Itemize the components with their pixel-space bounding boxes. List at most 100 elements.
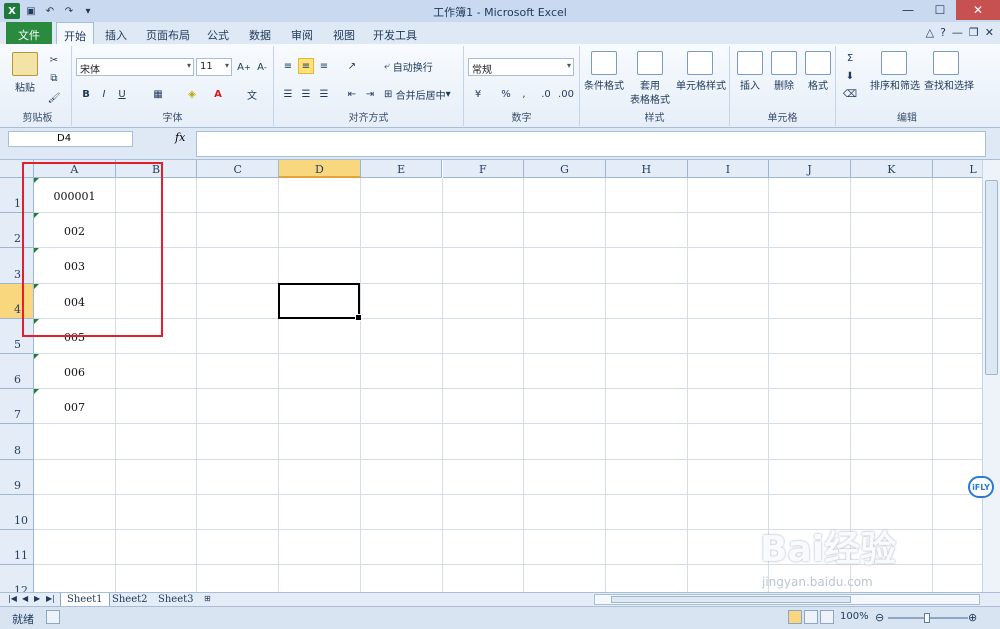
horizontal-scroll-thumb[interactable]	[611, 596, 851, 603]
first-sheet-icon[interactable]: |◀	[8, 594, 17, 603]
zoom-slider-knob[interactable]	[924, 613, 930, 623]
column-header-f[interactable]: F	[442, 160, 525, 178]
doc-restore-icon[interactable]: ❐	[969, 26, 979, 39]
sheet-tab-3[interactable]: Sheet3	[152, 593, 200, 607]
paste-icon[interactable]	[10, 50, 40, 78]
format-cells-button[interactable]: 格式	[804, 78, 832, 92]
last-sheet-icon[interactable]: ▶|	[46, 594, 55, 603]
cell-a1[interactable]: 000001	[34, 190, 115, 203]
percent-button[interactable]: %	[498, 86, 514, 102]
comma-button[interactable]: ,	[516, 86, 532, 102]
horizontal-scrollbar[interactable]	[594, 594, 980, 605]
cell-a7[interactable]: 007	[34, 401, 115, 414]
column-header-h[interactable]: H	[605, 160, 688, 178]
autosum-icon[interactable]: Σ	[842, 50, 858, 66]
underline-button[interactable]: U	[114, 86, 130, 102]
align-top-icon[interactable]: ≡	[280, 58, 296, 74]
align-bottom-icon[interactable]: ≡	[316, 58, 332, 74]
zoom-out-icon[interactable]: ⊖	[875, 611, 884, 624]
vertical-scroll-thumb[interactable]	[985, 180, 998, 375]
tab-data[interactable]: 数据	[242, 22, 278, 44]
tab-formulas[interactable]: 公式	[200, 22, 236, 44]
align-middle-icon[interactable]: ≡	[298, 58, 314, 74]
row-header-4[interactable]: 4	[0, 283, 34, 319]
minimize-button[interactable]: —	[892, 0, 924, 20]
row-header-6[interactable]: 6	[0, 354, 34, 390]
sheet-tab-2[interactable]: Sheet2	[106, 593, 154, 607]
wrap-text-button[interactable]: ⤶ 自动换行	[384, 58, 458, 74]
tab-home[interactable]: 开始	[56, 22, 94, 44]
insert-cells-button[interactable]: 插入	[736, 78, 764, 92]
close-button[interactable]: ✕	[956, 0, 1000, 20]
insert-cells-icon[interactable]	[736, 50, 764, 76]
format-as-table-button-line1[interactable]: 套用	[630, 78, 670, 92]
bold-button[interactable]: B	[78, 86, 94, 102]
format-as-table-button-line2[interactable]: 表格格式	[624, 92, 676, 106]
help-icon[interactable]: ?	[940, 26, 946, 39]
fill-icon[interactable]: ⬇	[842, 68, 858, 84]
cut-icon[interactable]: ✂	[46, 52, 62, 68]
sort-filter-icon[interactable]	[880, 50, 908, 76]
insert-sheet-icon[interactable]: ⊞	[204, 594, 211, 603]
italic-button[interactable]: I	[96, 86, 112, 102]
delete-cells-button[interactable]: 删除	[770, 78, 798, 92]
tab-page-layout[interactable]: 页面布局	[140, 22, 196, 44]
tab-review[interactable]: 审阅	[284, 22, 320, 44]
column-header-d[interactable]: D	[279, 160, 361, 178]
column-header-g[interactable]: G	[524, 160, 606, 178]
row-header-5[interactable]: 5	[0, 318, 34, 354]
font-color-icon[interactable]: A	[210, 86, 226, 102]
row-header-7[interactable]: 7	[0, 389, 34, 425]
format-cells-icon[interactable]	[804, 50, 832, 76]
ifly-badge[interactable]: iFLY	[968, 476, 994, 498]
row-header-3[interactable]: 3	[0, 248, 34, 284]
conditional-format-icon[interactable]	[590, 50, 618, 76]
grow-font-icon[interactable]: A +	[236, 59, 252, 75]
cell-a6[interactable]: 006	[34, 366, 115, 379]
align-left-icon[interactable]: ☰	[280, 86, 296, 102]
phonetic-icon[interactable]: 文	[244, 86, 260, 102]
fill-color-icon[interactable]: ◈	[184, 86, 200, 102]
formula-input[interactable]	[196, 131, 986, 157]
increase-decimal-icon[interactable]: .0	[538, 86, 554, 102]
column-header-c[interactable]: C	[197, 160, 280, 178]
format-as-table-icon[interactable]	[636, 50, 664, 76]
doc-minimize-icon[interactable]: —	[952, 26, 963, 39]
zoom-in-icon[interactable]: ⊕	[968, 611, 977, 624]
merge-center-button[interactable]: ⊞ 合并后居中 ▾	[384, 86, 462, 102]
column-header-j[interactable]: J	[769, 160, 851, 178]
orientation-icon[interactable]: ↗	[344, 58, 360, 74]
find-select-icon[interactable]	[932, 50, 960, 76]
page-layout-view-icon[interactable]	[804, 610, 818, 624]
page-break-view-icon[interactable]	[820, 610, 834, 624]
paste-button[interactable]: 粘贴	[8, 80, 42, 94]
borders-icon[interactable]: ▦	[150, 86, 166, 102]
sort-filter-button[interactable]: 排序和筛选	[868, 78, 922, 92]
prev-sheet-icon[interactable]: ◀	[22, 594, 28, 603]
next-sheet-icon[interactable]: ▶	[34, 594, 40, 603]
column-header-e[interactable]: E	[360, 160, 443, 178]
active-cell-selection[interactable]	[278, 283, 362, 321]
decrease-indent-icon[interactable]: ⇤	[344, 86, 360, 102]
align-right-icon[interactable]: ☰	[316, 86, 332, 102]
format-painter-icon[interactable]: 🖌	[46, 90, 62, 106]
cell-a2[interactable]: 002	[34, 225, 115, 238]
clear-icon[interactable]: ⌫	[842, 86, 858, 102]
tab-file[interactable]: 文件	[6, 22, 52, 44]
collapse-ribbon-icon[interactable]: △	[926, 26, 934, 39]
copy-icon[interactable]: ⧉	[46, 70, 62, 86]
find-select-button[interactable]: 查找和选择	[922, 78, 976, 92]
column-header-i[interactable]: I	[687, 160, 770, 178]
doc-close-icon[interactable]: ✕	[985, 26, 994, 39]
row-header-10[interactable]: 10	[0, 494, 34, 530]
cell-a5[interactable]: 005	[34, 331, 115, 344]
insert-function-icon[interactable]: fx	[175, 131, 185, 144]
tab-view[interactable]: 视图	[326, 22, 362, 44]
row-header-1[interactable]: 1	[0, 178, 34, 214]
zoom-level[interactable]: 100%	[840, 611, 869, 622]
column-header-b[interactable]: B	[115, 160, 198, 178]
delete-cells-icon[interactable]	[770, 50, 798, 76]
select-all-corner[interactable]	[0, 160, 34, 178]
align-center-icon[interactable]: ☰	[298, 86, 314, 102]
cell-styles-icon[interactable]	[686, 50, 714, 76]
